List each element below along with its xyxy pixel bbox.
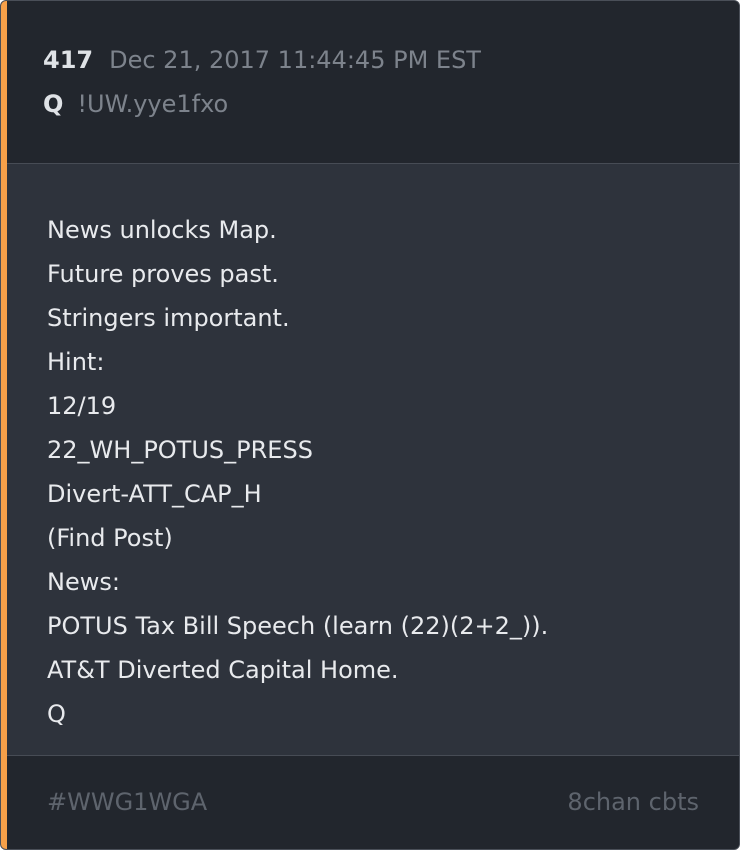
message-line: Hint: <box>47 348 105 376</box>
message-line: AT&T Diverted Capital Home. <box>47 656 399 684</box>
post-number[interactable]: 417 <box>43 46 93 74</box>
message-line: POTUS Tax Bill Speech (learn (22)(2+2_))… <box>47 612 549 640</box>
message-line: (Find Post) <box>47 524 173 552</box>
source-label: 8chan cbts <box>567 788 699 816</box>
post-card: 417 Dec 21, 2017 11:44:45 PM EST Q !UW.y… <box>0 0 740 850</box>
message-line: News unlocks Map. <box>47 216 277 244</box>
author-name: Q <box>43 90 64 118</box>
message-line: 22_WH_POTUS_PRESS <box>47 436 313 464</box>
message-text: News unlocks Map. Future proves past. St… <box>47 208 548 736</box>
post-footer: #WWG1WGA 8chan cbts <box>7 756 739 849</box>
message-line: Stringers important. <box>47 304 290 332</box>
post-header: 417 Dec 21, 2017 11:44:45 PM EST Q !UW.y… <box>7 1 739 164</box>
hashtag-link[interactable]: #WWG1WGA <box>47 788 207 816</box>
message-line: Divert-ATT_CAP_H <box>47 480 262 508</box>
post-timestamp: Dec 21, 2017 11:44:45 PM EST <box>109 46 481 74</box>
author-line: Q !UW.yye1fxo <box>43 90 228 118</box>
message-line: Q <box>47 700 66 728</box>
author-tripcode: !UW.yye1fxo <box>77 90 229 118</box>
message-line: 12/19 <box>47 392 117 420</box>
post-meta-line: 417 Dec 21, 2017 11:44:45 PM EST <box>43 46 481 74</box>
message-line: News: <box>47 568 120 596</box>
message-line: Future proves past. <box>47 260 279 288</box>
post-body: News unlocks Map. Future proves past. St… <box>7 164 739 756</box>
